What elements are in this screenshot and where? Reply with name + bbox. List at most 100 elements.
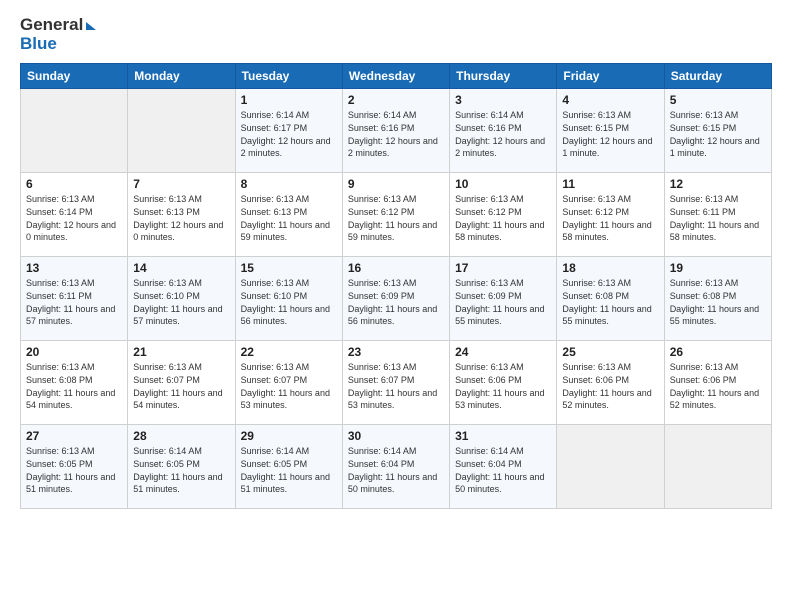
day-number: 13 [26,261,122,275]
calendar-cell: 23 Sunrise: 6:13 AM Sunset: 6:07 PM Dayli… [342,341,449,425]
day-info: Sunrise: 6:13 AM Sunset: 6:05 PM Dayligh… [26,445,122,495]
day-info: Sunrise: 6:14 AM Sunset: 6:16 PM Dayligh… [348,109,444,159]
day-number: 29 [241,429,337,443]
calendar-cell: 13 Sunrise: 6:13 AM Sunset: 6:11 PM Dayli… [21,257,128,341]
day-info: Sunrise: 6:13 AM Sunset: 6:12 PM Dayligh… [455,193,551,243]
week-row-2: 6 Sunrise: 6:13 AM Sunset: 6:14 PM Daylig… [21,173,772,257]
calendar-cell: 3 Sunrise: 6:14 AM Sunset: 6:16 PM Daylig… [450,89,557,173]
day-number: 22 [241,345,337,359]
logo-general-text: General [20,16,96,35]
day-number: 21 [133,345,229,359]
day-number: 16 [348,261,444,275]
calendar-cell: 6 Sunrise: 6:13 AM Sunset: 6:14 PM Daylig… [21,173,128,257]
day-info: Sunrise: 6:14 AM Sunset: 6:17 PM Dayligh… [241,109,337,159]
day-number: 12 [670,177,766,191]
day-number: 31 [455,429,551,443]
calendar-cell: 14Sunrise: 6:13 AM Sunset: 6:10 PM Dayli… [128,257,235,341]
calendar-cell: 7 Sunrise: 6:13 AM Sunset: 6:13 PM Daylig… [128,173,235,257]
calendar-cell: 27 Sunrise: 6:13 AM Sunset: 6:05 PM Dayli… [21,425,128,509]
day-number: 20 [26,345,122,359]
day-number: 27 [26,429,122,443]
calendar-cell: 5Sunrise: 6:13 AM Sunset: 6:15 PM Daylig… [664,89,771,173]
day-number: 10 [455,177,551,191]
day-number: 30 [348,429,444,443]
day-info: Sunrise: 6:13 AM Sunset: 6:11 PM Dayligh… [26,277,122,327]
day-info: Sunrise: 6:13 AM Sunset: 6:06 PM Dayligh… [455,361,551,411]
day-number: 18 [562,261,658,275]
day-info: Sunrise: 6:13 AM Sunset: 6:10 PM Dayligh… [241,277,337,327]
calendar-cell [128,89,235,173]
calendar-cell: 22 Sunrise: 6:13 AM Sunset: 6:07 PM Dayli… [235,341,342,425]
calendar-cell: 19Sunrise: 6:13 AM Sunset: 6:08 PM Dayli… [664,257,771,341]
day-number: 17 [455,261,551,275]
calendar-cell: 11 Sunrise: 6:13 AM Sunset: 6:12 PM Dayli… [557,173,664,257]
calendar-cell: 24 Sunrise: 6:13 AM Sunset: 6:06 PM Dayli… [450,341,557,425]
day-info: Sunrise: 6:14 AM Sunset: 6:04 PM Dayligh… [348,445,444,495]
day-number: 5 [670,93,766,107]
weekday-header-tuesday: Tuesday [235,64,342,89]
day-number: 4 [562,93,658,107]
header: General Blue [20,16,772,53]
day-number: 26 [670,345,766,359]
calendar-cell: 31 Sunrise: 6:14 AM Sunset: 6:04 PM Dayli… [450,425,557,509]
page: General Blue SundayMondayTuesdayWednesda… [0,0,792,612]
calendar-cell: 29 Sunrise: 6:14 AM Sunset: 6:05 PM Dayli… [235,425,342,509]
calendar: SundayMondayTuesdayWednesdayThursdayFrid… [20,63,772,509]
day-info: Sunrise: 6:13 AM Sunset: 6:12 PM Dayligh… [348,193,444,243]
day-info: Sunrise: 6:13 AM Sunset: 6:13 PM Dayligh… [241,193,337,243]
day-info: Sunrise: 6:13 AM Sunset: 6:07 PM Dayligh… [348,361,444,411]
week-row-5: 27 Sunrise: 6:13 AM Sunset: 6:05 PM Dayli… [21,425,772,509]
day-info: Sunrise: 6:13 AM Sunset: 6:11 PM Dayligh… [670,193,766,243]
day-number: 14 [133,261,229,275]
day-info: Sunrise: 6:13 AM Sunset: 6:07 PM Dayligh… [241,361,337,411]
day-info: Sunrise: 6:14 AM Sunset: 6:05 PM Dayligh… [133,445,229,495]
calendar-cell: 25Sunrise: 6:13 AM Sunset: 6:06 PM Dayli… [557,341,664,425]
day-info: Sunrise: 6:13 AM Sunset: 6:06 PM Dayligh… [670,361,766,411]
calendar-cell: 10 Sunrise: 6:13 AM Sunset: 6:12 PM Dayli… [450,173,557,257]
calendar-cell: 30 Sunrise: 6:14 AM Sunset: 6:04 PM Dayli… [342,425,449,509]
day-info: Sunrise: 6:14 AM Sunset: 6:04 PM Dayligh… [455,445,551,495]
day-number: 9 [348,177,444,191]
logo-blue-text: Blue [20,35,96,54]
day-info: Sunrise: 6:13 AM Sunset: 6:15 PM Dayligh… [562,109,658,159]
day-number: 15 [241,261,337,275]
day-number: 19 [670,261,766,275]
calendar-cell: 4 Sunrise: 6:13 AM Sunset: 6:15 PM Daylig… [557,89,664,173]
calendar-cell: 20 Sunrise: 6:13 AM Sunset: 6:08 PM Dayli… [21,341,128,425]
day-number: 2 [348,93,444,107]
day-number: 7 [133,177,229,191]
calendar-cell: 16Sunrise: 6:13 AM Sunset: 6:09 PM Dayli… [342,257,449,341]
week-row-1: 1 Sunrise: 6:14 AM Sunset: 6:17 PM Daylig… [21,89,772,173]
day-number: 24 [455,345,551,359]
weekday-header-row: SundayMondayTuesdayWednesdayThursdayFrid… [21,64,772,89]
calendar-cell [557,425,664,509]
calendar-cell: 26 Sunrise: 6:13 AM Sunset: 6:06 PM Dayli… [664,341,771,425]
day-info: Sunrise: 6:13 AM Sunset: 6:13 PM Dayligh… [133,193,229,243]
week-row-4: 20 Sunrise: 6:13 AM Sunset: 6:08 PM Dayli… [21,341,772,425]
calendar-cell: 2 Sunrise: 6:14 AM Sunset: 6:16 PM Daylig… [342,89,449,173]
day-number: 11 [562,177,658,191]
calendar-cell: 1 Sunrise: 6:14 AM Sunset: 6:17 PM Daylig… [235,89,342,173]
day-info: Sunrise: 6:13 AM Sunset: 6:09 PM Dayligh… [455,277,551,327]
day-info: Sunrise: 6:14 AM Sunset: 6:16 PM Dayligh… [455,109,551,159]
day-info: Sunrise: 6:13 AM Sunset: 6:08 PM Dayligh… [26,361,122,411]
calendar-cell [21,89,128,173]
calendar-cell: 12 Sunrise: 6:13 AM Sunset: 6:11 PM Dayli… [664,173,771,257]
day-info: Sunrise: 6:13 AM Sunset: 6:12 PM Dayligh… [562,193,658,243]
calendar-cell: 8 Sunrise: 6:13 AM Sunset: 6:13 PM Daylig… [235,173,342,257]
day-info: Sunrise: 6:13 AM Sunset: 6:08 PM Dayligh… [562,277,658,327]
day-number: 23 [348,345,444,359]
weekday-header-friday: Friday [557,64,664,89]
day-info: Sunrise: 6:14 AM Sunset: 6:05 PM Dayligh… [241,445,337,495]
calendar-cell: 9 Sunrise: 6:13 AM Sunset: 6:12 PM Daylig… [342,173,449,257]
weekday-header-sunday: Sunday [21,64,128,89]
day-info: Sunrise: 6:13 AM Sunset: 6:14 PM Dayligh… [26,193,122,243]
day-number: 25 [562,345,658,359]
day-number: 3 [455,93,551,107]
weekday-header-monday: Monday [128,64,235,89]
day-number: 8 [241,177,337,191]
weekday-header-saturday: Saturday [664,64,771,89]
calendar-cell: 21Sunrise: 6:13 AM Sunset: 6:07 PM Dayli… [128,341,235,425]
day-number: 1 [241,93,337,107]
day-number: 6 [26,177,122,191]
